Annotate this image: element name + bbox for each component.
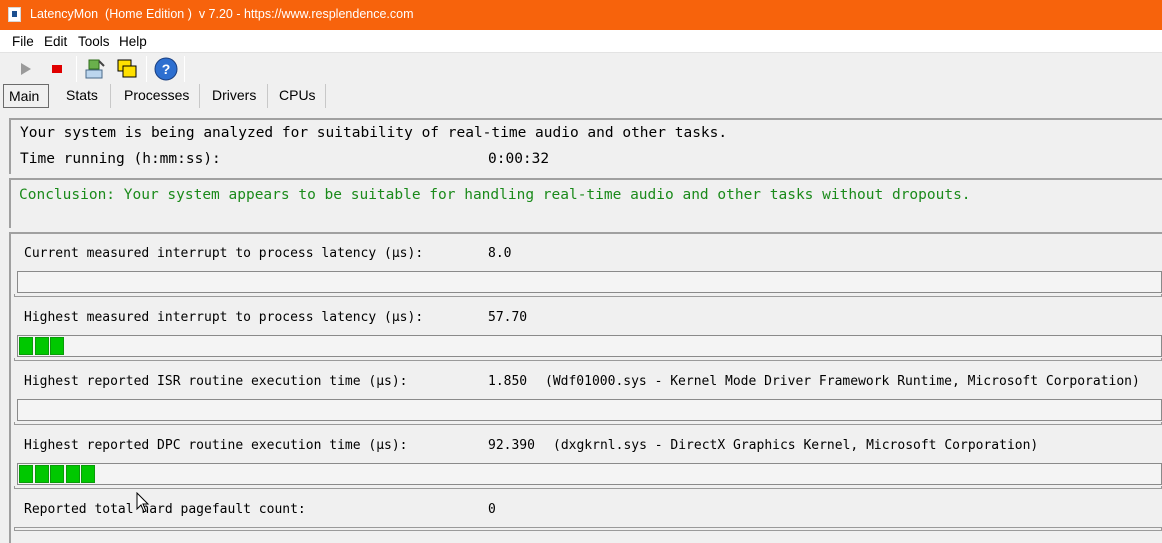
bar-segment <box>19 337 33 355</box>
highest-latency-value: 57.70 <box>488 310 528 325</box>
tab-cpus[interactable]: CPUs <box>268 84 326 108</box>
bar-segment <box>34 465 49 483</box>
bar-segment <box>65 465 80 483</box>
toolbar-separator <box>184 56 185 82</box>
bar-frame <box>14 486 1162 489</box>
play-icon[interactable] <box>13 56 39 82</box>
tab-stats[interactable]: Stats <box>55 84 111 108</box>
dpc-driver-detail: (dxgkrnl.sys - DirectX Graphics Kernel, … <box>553 438 1039 453</box>
current-latency-bar <box>17 271 1162 293</box>
toolbar: ? <box>0 52 1162 84</box>
tab-processes[interactable]: Processes <box>111 84 200 108</box>
isr-driver-detail: (Wdf01000.sys - Kernel Mode Driver Frame… <box>545 374 1140 389</box>
conclusion-panel: Conclusion: Your system appears to be su… <box>9 178 1162 228</box>
highest-latency-bar <box>17 335 1162 357</box>
dpc-time-value: 92.390 <box>488 438 535 453</box>
toolbar-separator <box>76 56 77 82</box>
analyzing-text: Your system is being analyzed for suitab… <box>20 125 728 141</box>
title-bar: LatencyMon (Home Edition ) v 7.20 - http… <box>0 0 1162 30</box>
bar-frame <box>14 294 1162 297</box>
svg-text:?: ? <box>162 61 171 77</box>
pagefault-label: Reported total hard pagefault count: <box>24 502 306 517</box>
menu-bar: File Edit Tools Help <box>0 30 1162 52</box>
tab-drivers[interactable]: Drivers <box>200 84 268 108</box>
conclusion-text: Conclusion: Your system appears to be su… <box>19 187 971 203</box>
app-icon <box>8 7 21 22</box>
window-title: LatencyMon (Home Edition ) v 7.20 - http… <box>30 7 414 21</box>
bar-frame <box>14 527 1162 531</box>
menu-help[interactable]: Help <box>119 34 147 49</box>
bar-frame <box>14 358 1162 361</box>
stop-icon[interactable] <box>44 56 70 82</box>
dpc-time-label: Highest reported DPC routine execution t… <box>24 438 408 453</box>
bar-segment <box>81 465 95 483</box>
status-panel: Your system is being analyzed for suitab… <box>9 118 1162 174</box>
highest-latency-label: Highest measured interrupt to process la… <box>24 310 424 325</box>
current-latency-value: 8.0 <box>488 246 512 261</box>
windows-icon[interactable] <box>114 56 140 82</box>
time-running-value: 0:00:32 <box>488 151 550 167</box>
current-latency-label: Current measured interrupt to process la… <box>24 246 424 261</box>
bar-frame <box>14 422 1162 425</box>
computer-icon[interactable] <box>82 56 108 82</box>
isr-time-label: Highest reported ISR routine execution t… <box>24 374 408 389</box>
bar-segment <box>50 465 64 483</box>
tab-bar: Main Stats Processes Drivers CPUs <box>0 84 1162 109</box>
menu-edit[interactable]: Edit <box>44 34 67 49</box>
isr-time-bar <box>17 399 1162 421</box>
help-icon[interactable]: ? <box>153 56 179 82</box>
bar-segment <box>19 465 33 483</box>
bar-segment <box>34 337 49 355</box>
isr-time-value: 1.850 <box>488 374 528 389</box>
dpc-time-bar <box>17 463 1162 485</box>
toolbar-separator <box>146 56 147 82</box>
bar-segment <box>50 337 64 355</box>
tab-main[interactable]: Main <box>3 84 49 108</box>
pagefault-value: 0 <box>488 502 496 517</box>
time-running-label: Time running (h:mm:ss): <box>20 151 221 167</box>
menu-file[interactable]: File <box>12 34 34 49</box>
menu-tools[interactable]: Tools <box>78 34 110 49</box>
